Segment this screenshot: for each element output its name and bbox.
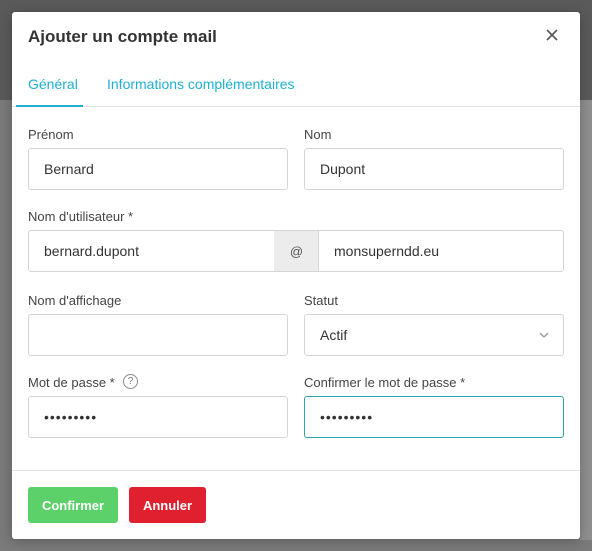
help-icon[interactable]: ? <box>123 374 138 389</box>
at-separator: @ <box>274 230 319 272</box>
username-input[interactable]: bernard.dupont <box>28 230 275 272</box>
dialog-header: Ajouter un compte mail <box>12 12 580 62</box>
password-label: Mot de passe * <box>28 375 115 390</box>
close-button[interactable] <box>546 29 560 43</box>
backdrop-panel <box>580 100 592 540</box>
close-icon <box>546 29 558 41</box>
password-confirm-input[interactable]: ••••••••• <box>304 396 564 438</box>
cancel-button[interactable]: Annuler <box>129 487 206 523</box>
first-name-input[interactable]: Bernard <box>28 148 288 190</box>
dialog-title: Ajouter un compte mail <box>28 27 217 46</box>
username-label: Nom d'utilisateur * <box>28 209 134 224</box>
first-name-label: Prénom <box>28 127 74 142</box>
tab-additional-info[interactable]: Informations complémentaires <box>107 76 295 92</box>
display-name-label: Nom d'affichage <box>28 293 122 308</box>
dialog-footer: Confirmer Annuler <box>12 470 580 539</box>
form-body: Prénom Bernard Nom Dupont Nom d'utilisat… <box>12 107 580 470</box>
domain-input[interactable]: monsuperndd.eu <box>318 230 564 272</box>
status-select-value: Actif <box>320 327 348 343</box>
status-select[interactable]: Actif <box>304 314 564 356</box>
display-name-input[interactable] <box>28 314 288 356</box>
confirm-button[interactable]: Confirmer <box>28 487 118 523</box>
password-input[interactable]: ••••••••• <box>28 396 288 438</box>
tab-general[interactable]: Général <box>28 76 78 92</box>
dialog-tabs: Général Informations complémentaires <box>12 62 580 107</box>
status-label: Statut <box>304 293 338 308</box>
last-name-label: Nom <box>304 127 332 142</box>
last-name-input[interactable]: Dupont <box>304 148 564 190</box>
chevron-down-icon <box>539 332 549 338</box>
password-confirm-label: Confirmer le mot de passe * <box>304 375 466 390</box>
add-mail-account-dialog: Ajouter un compte mail Général Informati… <box>12 12 580 539</box>
